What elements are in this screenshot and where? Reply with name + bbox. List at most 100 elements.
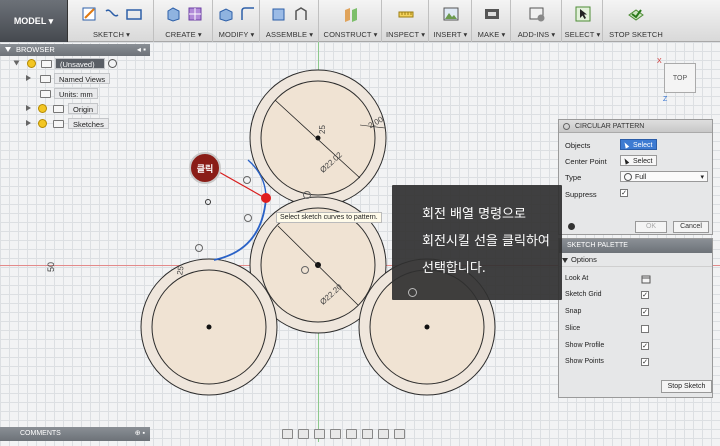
pattern-icon — [563, 123, 570, 130]
type-label: Type — [565, 173, 582, 182]
visibility-bulb-icon[interactable] — [27, 59, 36, 68]
full-circle-icon — [624, 173, 632, 181]
collapse-icon[interactable] — [562, 258, 568, 263]
constraint-glyph-3 — [195, 244, 203, 252]
tree-item-units[interactable]: Units: mm — [0, 86, 150, 101]
viewcube-face[interactable]: TOP — [673, 75, 687, 82]
navigation-bar — [282, 427, 442, 441]
palette-row-snap: Snap — [565, 308, 582, 315]
palette-row-look-at: Look At — [565, 275, 589, 282]
sketch-palette: SKETCH PALETTE Options Look At Sketch Gr… — [558, 238, 713, 398]
info-icon[interactable] — [568, 223, 575, 230]
cursor-icon — [622, 141, 630, 149]
tree-item-sketches[interactable]: Sketches — [0, 116, 150, 131]
snap-checkbox[interactable]: ✓ — [641, 308, 649, 316]
click-badge: 클릭 — [189, 152, 221, 184]
viewcube-x-label: X — [657, 58, 662, 65]
visibility-bulb-icon[interactable] — [38, 104, 47, 113]
origin-marker — [205, 199, 211, 205]
options-label: Options — [571, 255, 597, 264]
comments-panel[interactable]: COMMENTS ⊕ ▪ — [0, 427, 150, 441]
expand-arrow-icon[interactable] — [13, 60, 20, 66]
look-at-nav-icon[interactable] — [298, 429, 309, 439]
objects-label: Objects — [565, 141, 591, 150]
cancel-button[interactable]: Cancel — [673, 221, 709, 233]
palette-row-show-points: Show Points — [565, 358, 604, 365]
ok-button[interactable]: OK — [635, 221, 667, 233]
sketch-tooltip: Select sketch curves to pattern. — [276, 212, 382, 223]
palette-row-slice: Slice — [565, 325, 581, 332]
grid-settings-icon[interactable] — [378, 429, 389, 439]
slice-checkbox[interactable] — [641, 325, 649, 333]
left-small-dim[interactable]: 25 — [175, 265, 185, 275]
units-icon — [40, 90, 51, 98]
tree-item-label[interactable]: Named Views — [54, 73, 111, 84]
circular-pattern-dialog: CIRCULAR PATTERN Objects Select Center P… — [558, 119, 713, 235]
center-point-label: Center Point — [565, 157, 607, 166]
display-settings-icon[interactable] — [362, 429, 373, 439]
tree-item-named-views[interactable]: Named Views — [0, 71, 150, 86]
pattern-cursor-icon — [408, 288, 417, 297]
browser-header[interactable]: BROWSER ◂ ▪ — [0, 44, 150, 56]
instruction-overlay: 회전 배열 명령으로 회전시킬 선을 클릭하여 선택합니다. — [392, 185, 562, 300]
show-profile-checkbox[interactable]: ✓ — [641, 342, 649, 350]
panel-controls-icon[interactable]: ◂ ▪ — [137, 44, 146, 56]
leader-line — [218, 171, 266, 199]
expand-arrow-icon[interactable] — [26, 105, 31, 111]
right-center-point — [424, 324, 430, 330]
activate-icon[interactable] — [108, 59, 117, 68]
comments-label: COMMENTS — [20, 430, 61, 437]
suppress-label: Suppress — [565, 190, 597, 199]
tree-root[interactable]: (Unsaved) — [0, 56, 150, 71]
dialog-header[interactable]: CIRCULAR PATTERN — [559, 120, 712, 133]
instruction-line-2: 회전시킬 선을 클릭하여 — [422, 234, 550, 249]
objects-select-button[interactable]: Select — [620, 139, 658, 150]
dropdown-arrow-icon: ▾ — [700, 174, 704, 181]
sketch-grid-checkbox[interactable]: ✓ — [641, 291, 649, 299]
zoom-icon[interactable] — [330, 429, 341, 439]
palette-row-sketch-grid: Sketch Grid — [565, 291, 602, 298]
instruction-line-3: 선택합니다. — [422, 261, 486, 276]
expand-arrow-icon[interactable] — [26, 75, 31, 81]
constraint-glyph-2 — [244, 214, 252, 222]
dialog-title: CIRCULAR PATTERN — [575, 123, 645, 130]
suppress-checkbox[interactable]: ✓ — [620, 189, 628, 197]
folder-icon — [40, 75, 51, 83]
center-select-label: Select — [633, 158, 653, 165]
orbit-icon[interactable] — [282, 429, 293, 439]
type-value: Full — [635, 174, 647, 181]
tree-item-label[interactable]: Sketches — [68, 118, 109, 129]
tree-item-label[interactable]: Units: mm — [54, 88, 98, 99]
top-small-dim[interactable]: 25 — [318, 125, 327, 134]
type-dropdown[interactable]: Full ▾ — [620, 171, 708, 182]
side-dimension-50[interactable]: 50 — [46, 262, 56, 272]
visibility-bulb-icon[interactable] — [38, 119, 47, 128]
options-section[interactable]: Options — [559, 253, 712, 267]
pan-icon[interactable] — [314, 429, 325, 439]
objects-select-label: Select — [633, 142, 653, 149]
viewcube[interactable]: TOP — [664, 63, 696, 93]
folder-icon — [53, 105, 64, 113]
instruction-line-1: 회전 배열 명령으로 — [422, 207, 526, 222]
viewports-icon[interactable] — [394, 429, 405, 439]
tree-item-origin[interactable]: Origin — [0, 101, 150, 116]
show-points-checkbox[interactable]: ✓ — [641, 358, 649, 366]
root-label[interactable]: (Unsaved) — [55, 58, 105, 69]
palette-header[interactable]: SKETCH PALETTE — [559, 239, 712, 253]
add-comment-icon[interactable]: ⊕ ▪ — [135, 427, 145, 441]
viewcube-z-label: Z — [663, 96, 668, 103]
expand-arrow-icon[interactable] — [26, 120, 31, 126]
stop-sketch-button[interactable]: Stop Sketch — [661, 380, 712, 393]
constraint-glyph-1 — [243, 176, 251, 184]
collapse-icon[interactable] — [5, 47, 11, 52]
document-icon — [41, 60, 52, 68]
browser-panel: BROWSER ◂ ▪ (Unsaved) Named Views Units:… — [0, 44, 150, 140]
tree-item-label[interactable]: Origin — [68, 103, 99, 114]
cursor-icon — [622, 157, 630, 165]
selected-point — [261, 193, 271, 203]
look-at-icon[interactable] — [641, 274, 651, 284]
center-point-select-button[interactable]: Select — [620, 155, 658, 166]
fit-icon[interactable] — [346, 429, 357, 439]
left-center-point — [206, 324, 212, 330]
folder-icon — [53, 120, 64, 128]
